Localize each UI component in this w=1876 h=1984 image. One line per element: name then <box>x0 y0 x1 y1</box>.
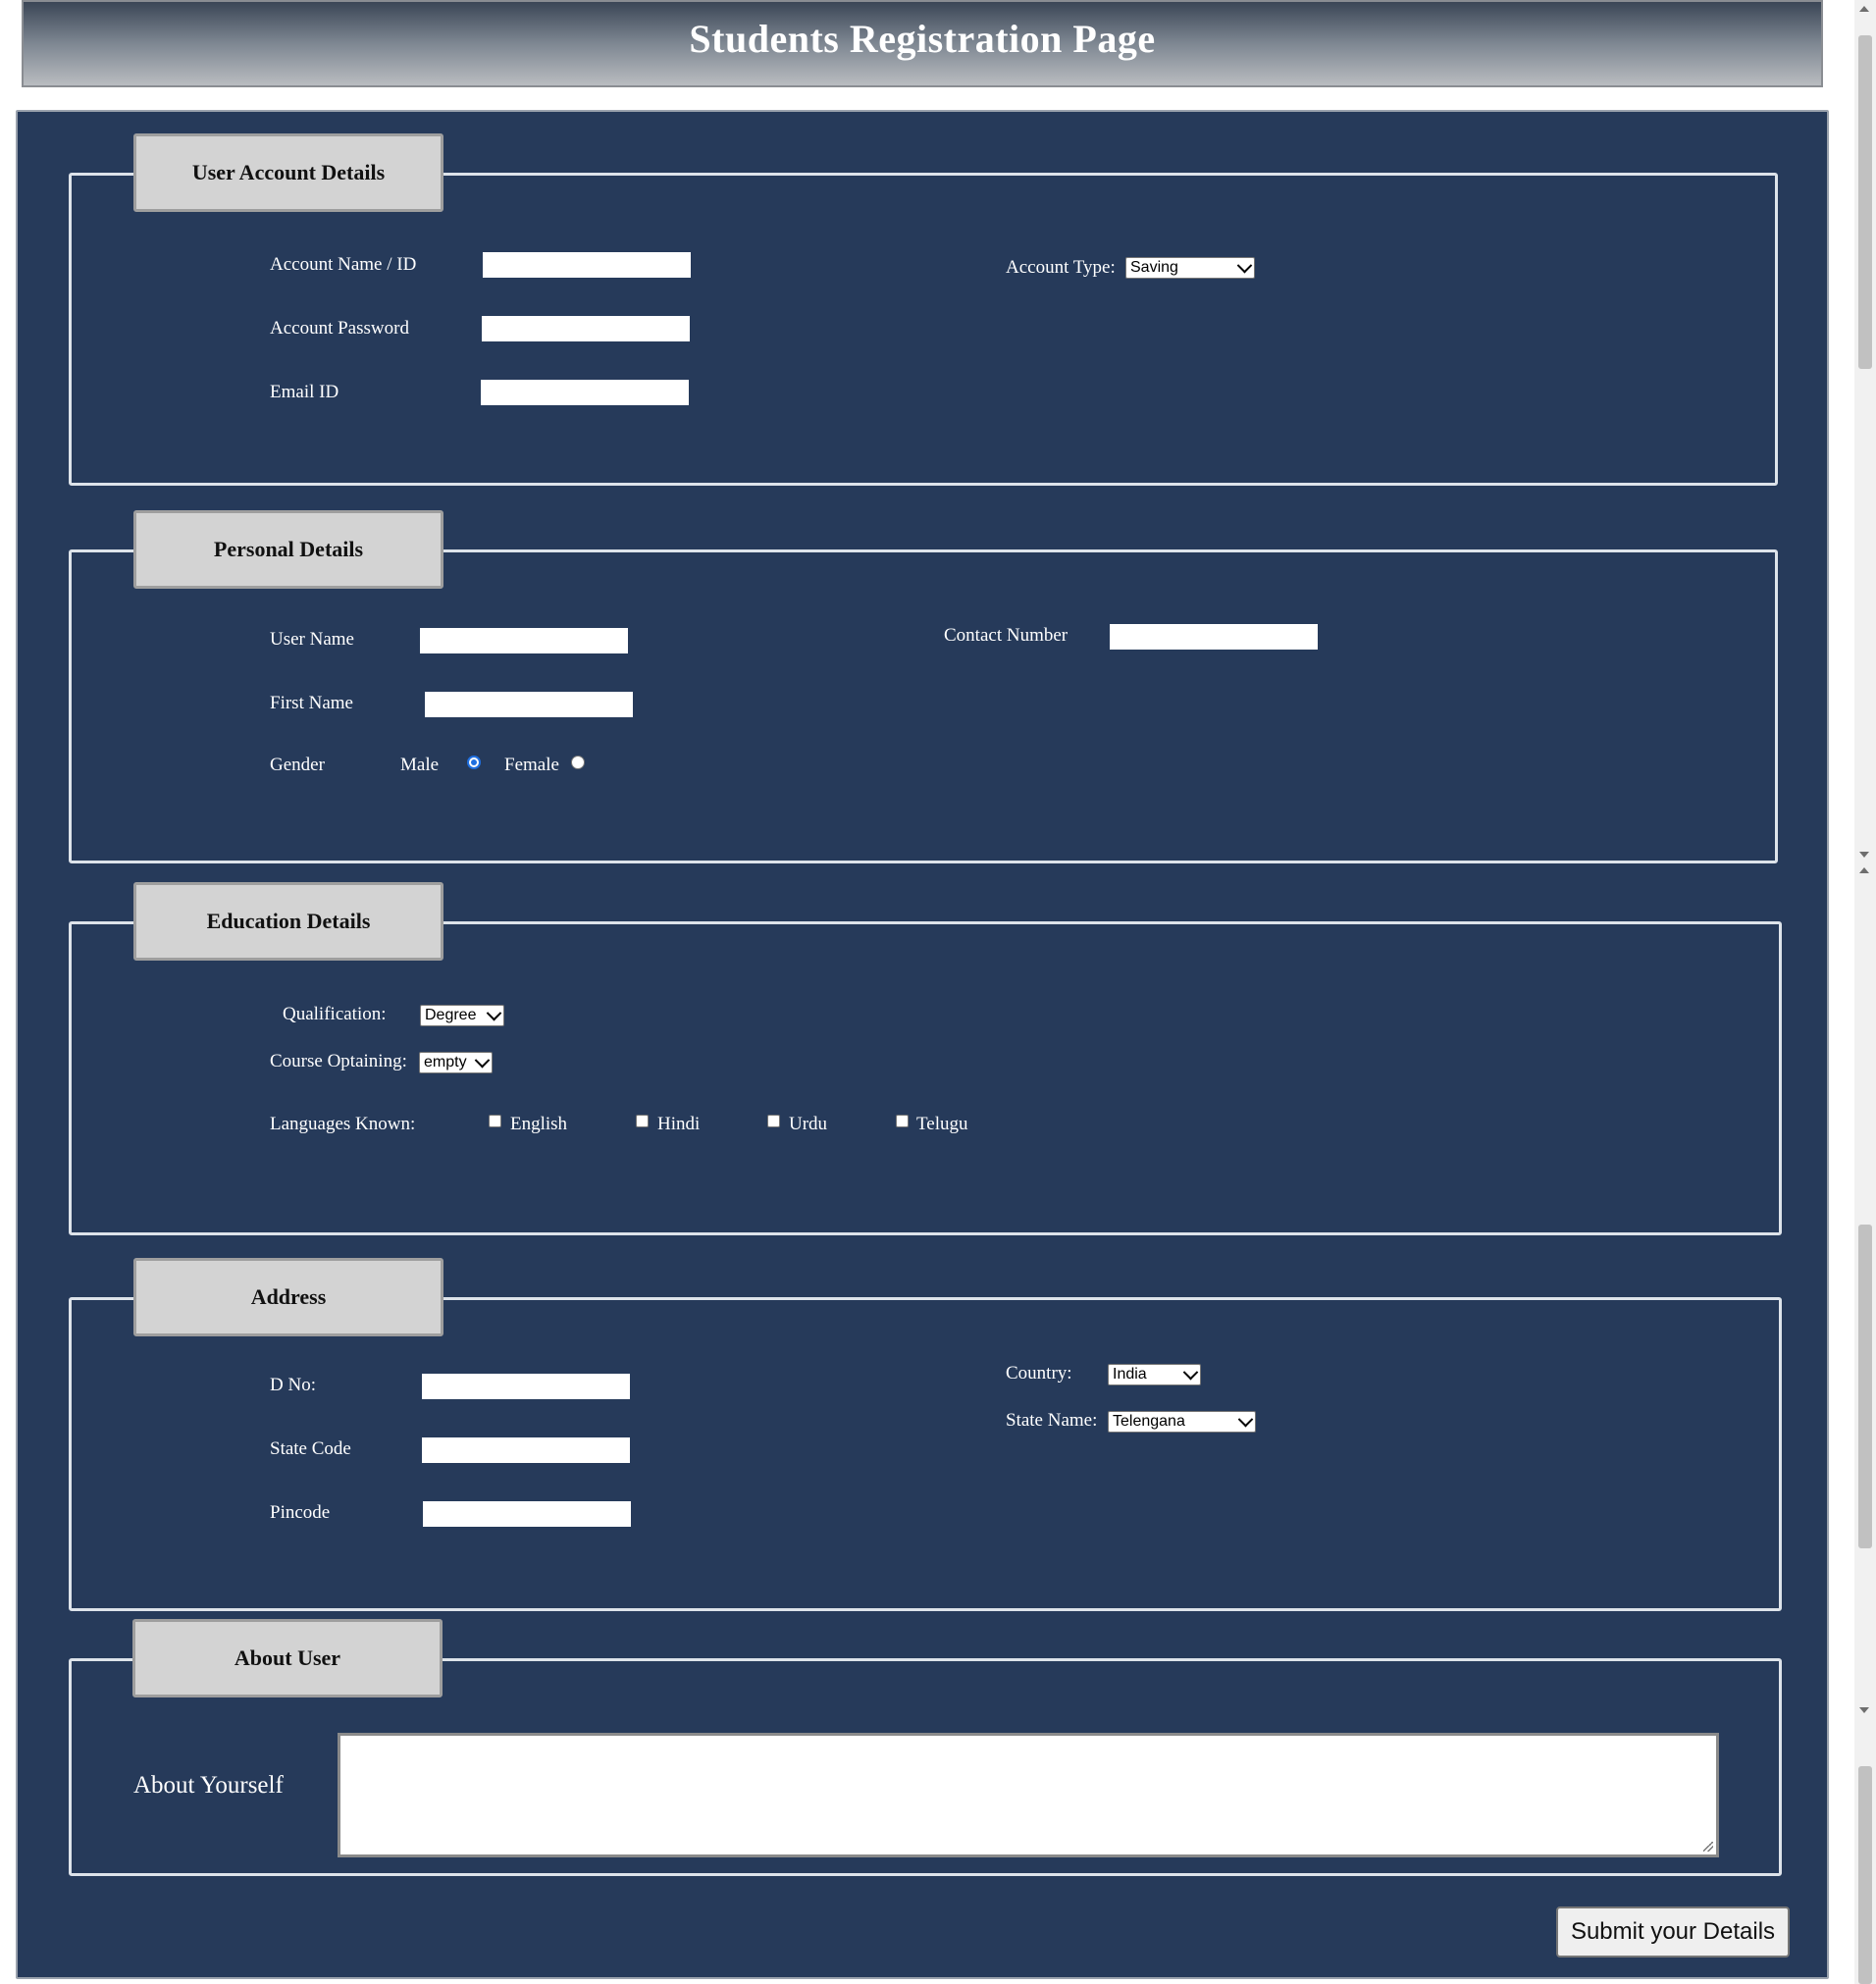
contact-label: Contact Number <box>944 625 1068 646</box>
account-password-input[interactable] <box>482 316 690 341</box>
scroll-down-icon[interactable] <box>1859 1707 1869 1713</box>
firstname-label: First Name <box>270 693 353 713</box>
qualification-value: Degree <box>425 1007 477 1023</box>
pincode-input[interactable] <box>423 1501 631 1527</box>
male-label: Male <box>400 755 440 775</box>
address-legend: Address <box>133 1258 443 1336</box>
languages-label: Languages Known: <box>270 1114 416 1134</box>
state-value: Telengana <box>1113 1413 1185 1430</box>
telugu-label: Telugu <box>916 1114 968 1134</box>
page-title: Students Registration Page <box>689 17 1156 61</box>
account-type-select[interactable]: Saving <box>1125 257 1255 279</box>
scrollbar-thumb[interactable] <box>1858 35 1872 369</box>
state-select[interactable]: Telengana <box>1108 1411 1256 1433</box>
dno-label: D No: <box>270 1375 316 1395</box>
username-input[interactable] <box>420 628 628 653</box>
dno-input[interactable] <box>422 1374 630 1399</box>
statecode-input[interactable] <box>422 1437 630 1463</box>
female-label: Female <box>504 755 559 775</box>
scroll-up-icon[interactable] <box>1859 867 1869 873</box>
pincode-label: Pincode <box>270 1502 331 1523</box>
urdu-label: Urdu <box>789 1114 828 1134</box>
about-label: About Yourself <box>133 1772 284 1799</box>
account-name-label: Account Name / ID <box>270 254 417 275</box>
contact-input[interactable] <box>1110 624 1318 650</box>
telugu-checkbox[interactable] <box>896 1115 909 1127</box>
chevron-down-icon <box>1237 1411 1254 1427</box>
username-label: User Name <box>270 629 354 650</box>
qualification-label: Qualification: <box>283 1004 387 1024</box>
chevron-down-icon <box>486 1005 502 1020</box>
about-legend: About User <box>132 1619 443 1697</box>
statecode-label: State Code <box>270 1438 351 1459</box>
course-label: Course Optaining: <box>270 1051 407 1071</box>
personal-legend: Personal Details <box>133 510 443 589</box>
course-value: empty <box>424 1054 467 1070</box>
hindi-label: Hindi <box>657 1114 701 1134</box>
account-type-label: Account Type: <box>1006 257 1116 278</box>
scrollbar-thumb[interactable] <box>1858 1225 1872 1548</box>
male-radio[interactable] <box>467 756 481 769</box>
education-fieldset <box>69 921 1782 1235</box>
female-radio[interactable] <box>571 756 585 769</box>
course-select[interactable]: empty <box>419 1052 493 1073</box>
state-label: State Name: <box>1006 1410 1098 1431</box>
qualification-select[interactable]: Degree <box>420 1005 504 1026</box>
account-legend: User Account Details <box>133 133 443 212</box>
scroll-up-icon[interactable] <box>1859 6 1869 12</box>
scrollbar-thumb[interactable] <box>1858 1766 1872 1984</box>
english-checkbox[interactable] <box>489 1115 501 1127</box>
chevron-down-icon <box>474 1052 491 1068</box>
education-legend: Education Details <box>133 882 443 961</box>
chevron-down-icon <box>1236 257 1253 273</box>
account-type-value: Saving <box>1130 259 1178 276</box>
email-input[interactable] <box>481 380 689 405</box>
country-value: India <box>1113 1366 1147 1383</box>
country-label: Country: <box>1006 1363 1072 1384</box>
urdu-checkbox[interactable] <box>767 1115 780 1127</box>
page-header: Students Registration Page <box>22 0 1823 87</box>
english-label: English <box>510 1114 568 1134</box>
firstname-input[interactable] <box>425 692 633 717</box>
account-name-input[interactable] <box>483 252 691 278</box>
chevron-down-icon <box>1182 1364 1199 1380</box>
email-label: Email ID <box>270 382 339 402</box>
about-textarea[interactable] <box>338 1733 1719 1857</box>
country-select[interactable]: India <box>1108 1364 1201 1385</box>
registration-form: User Account Details Account Name / ID A… <box>16 110 1829 1979</box>
submit-button[interactable]: Submit your Details <box>1556 1906 1790 1958</box>
hindi-checkbox[interactable] <box>636 1115 649 1127</box>
account-password-label: Account Password <box>270 318 409 339</box>
gender-label: Gender <box>270 755 325 775</box>
scroll-down-icon[interactable] <box>1859 852 1869 858</box>
